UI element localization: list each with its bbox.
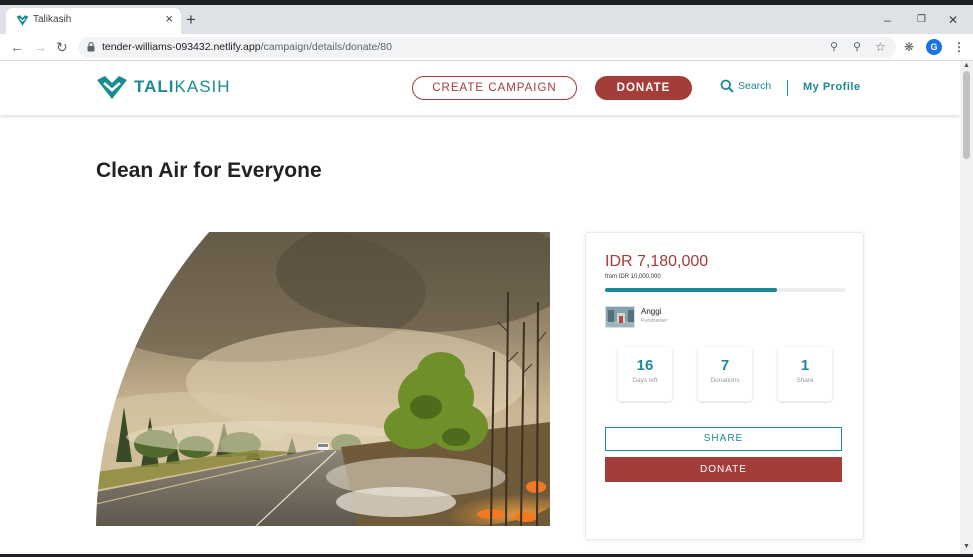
search-link[interactable]: Search [720,79,771,93]
lock-icon [87,42,95,52]
url-host: tender-williams-093432.netlify.app [102,41,261,53]
restore-icon[interactable]: ❐ [917,13,926,27]
key-icon[interactable]: ⚲ [830,40,838,54]
campaign-hero-image [96,232,550,526]
stat-days-left-label: Days left [632,377,658,384]
fundraiser-photo [606,307,634,327]
scrollbar-thumb[interactable] [963,71,970,159]
stat-shares-label: Share [796,377,814,384]
search-label: Search [738,80,772,92]
minimize-icon[interactable]: – [884,13,891,27]
browser-tab-strip: Talikasih × + – ❐ ✕ [0,0,973,35]
reload-icon[interactable]: ↻ [56,39,68,55]
talikasih-favicon-icon [16,15,29,26]
stat-shares: 1 Share [778,347,832,401]
logo-text: TALIKASIH [134,77,231,97]
fundraiser-name: Anggi [641,307,662,316]
page-scrollbar[interactable]: ▲ ▼ [960,61,973,554]
target-amount: from IDR 10,000,000 [605,274,661,280]
url-path: /campaign/details/donate/80 [260,41,392,53]
back-icon[interactable]: ← [10,39,24,55]
donate-button[interactable]: DONATE [605,457,842,482]
my-profile-link[interactable]: My Profile [803,81,861,93]
browser-profile-avatar[interactable]: G [926,39,942,55]
nav-divider [787,80,788,96]
scroll-down-icon[interactable]: ▼ [963,543,970,550]
window-close-icon[interactable]: ✕ [948,13,958,27]
bookmark-star-icon[interactable]: ☆ [875,40,886,54]
address-bar[interactable]: tender-williams-093432.netlify.app/campa… [78,37,896,58]
campaign-title: Clean Air for Everyone [96,159,322,182]
share-button[interactable]: SHARE [605,427,842,451]
zoom-icon[interactable]: ⚲ [853,40,861,54]
browser-tab[interactable]: Talikasih × [6,8,181,35]
new-tab-icon[interactable]: + [186,11,196,28]
talikasih-logo[interactable]: TALIKASIH [96,73,231,101]
funding-progress-fill [605,288,778,292]
forward-icon[interactable]: → [33,39,47,55]
donate-nav-button[interactable]: DONATE [595,76,692,100]
url-text: tender-williams-093432.netlify.app/campa… [102,41,392,53]
logo-text-bold: TALI [134,77,175,96]
fundraiser-avatar [605,306,635,328]
site-header: TALIKASIH CREATE CAMPAIGN DONATE Search … [0,61,960,115]
browser-toolbar: ← → ↻ tender-williams-093432.netlify.app… [0,34,973,61]
stat-days-left: 16 Days left [618,347,672,401]
stat-days-left-value: 16 [636,357,654,374]
wildfire-illustration [96,232,550,526]
tab-close-icon[interactable]: × [165,12,173,26]
browser-menu-icon[interactable]: ⋮ [953,39,965,55]
stat-donations: 7 Donations [698,347,752,401]
scroll-up-icon[interactable]: ▲ [963,62,970,69]
stat-shares-value: 1 [800,357,810,374]
tab-title: Talikasih [33,14,72,25]
extensions-puzzle-icon[interactable]: ❋ [904,39,914,55]
amount-raised: IDR 7,180,000 [605,253,709,270]
stat-donations-label: Donations [710,377,740,384]
fundraiser-role: Fundraiser [641,318,668,324]
logo-text-light: KASIH [174,77,231,96]
talikasih-logo-icon [97,76,127,99]
funding-progress-bar [605,288,845,292]
stat-donations-value: 7 [720,357,730,374]
page-viewport: TALIKASIH CREATE CAMPAIGN DONATE Search … [0,61,960,554]
create-campaign-button[interactable]: CREATE CAMPAIGN [412,76,577,100]
donation-summary-card: IDR 7,180,000 from IDR 10,000,000 Anggi … [585,232,864,540]
search-icon [720,79,734,93]
